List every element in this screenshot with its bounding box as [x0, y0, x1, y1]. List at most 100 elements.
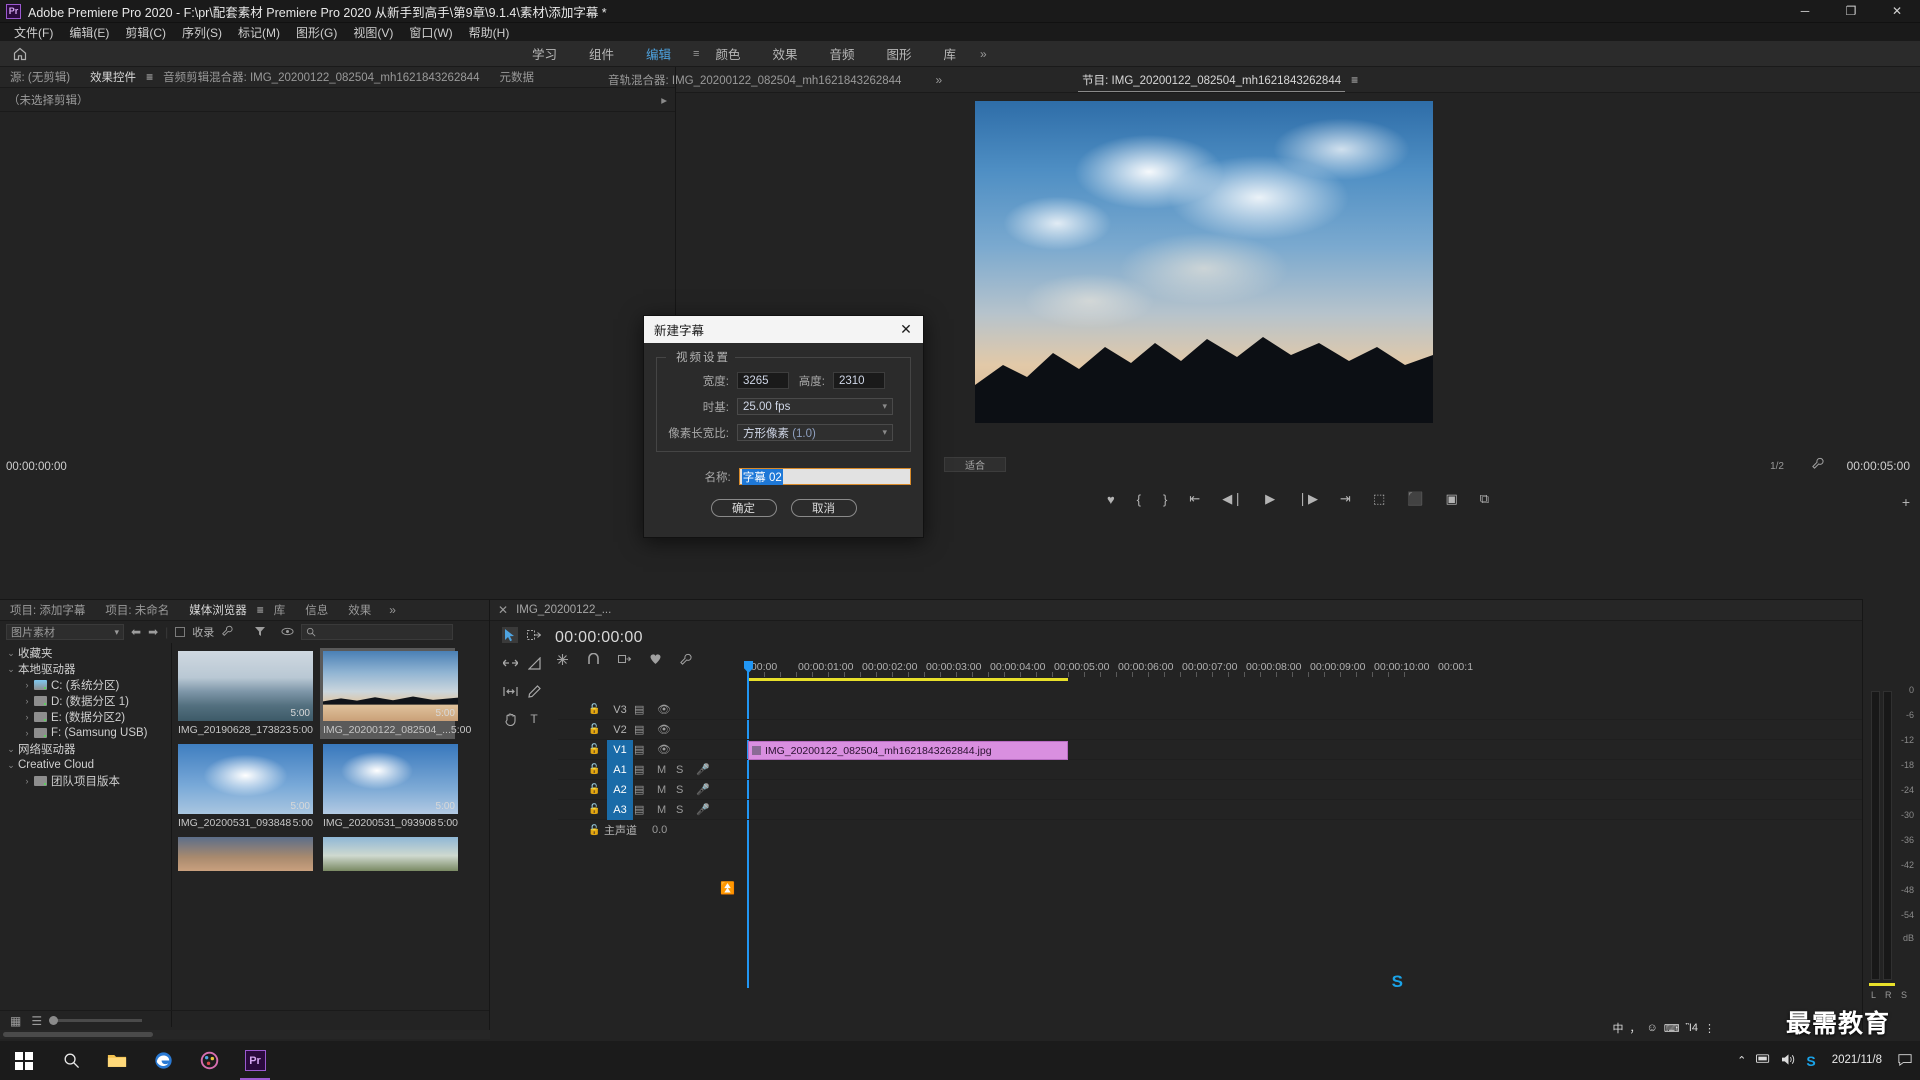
workspace-menu-icon[interactable]: ≡ [687, 48, 699, 60]
track-header-v1[interactable]: 🔓 V1 ▤ 👁 [558, 739, 748, 760]
marker-button[interactable]: ♥ [1107, 492, 1115, 507]
tree-item-drive-e[interactable]: › E: (数据分区2) [0, 709, 171, 725]
ripple-edit-tool[interactable] [502, 655, 518, 671]
lock-icon[interactable]: 🔓 [588, 724, 600, 735]
windows-start-icon[interactable] [0, 1041, 48, 1080]
track-header-v2[interactable]: 🔓 V2 ▤ 👁 [558, 720, 748, 740]
home-icon[interactable] [0, 47, 40, 61]
lane-a2[interactable] [748, 780, 1910, 800]
pixel-aspect-select[interactable]: 方形像素 (1.0) ▾ [737, 424, 893, 441]
menu-view[interactable]: 视图(V) [345, 23, 401, 42]
microphone-icon[interactable]: 🎤 [696, 763, 710, 776]
clock[interactable]: 2021/11/8 [1826, 1053, 1888, 1067]
tab-editing[interactable]: 编辑 [630, 40, 687, 67]
effect-controls-menu-icon[interactable]: ≡ [146, 70, 153, 84]
program-menu-icon[interactable]: ≡ [1351, 73, 1358, 87]
file-type-filter-select[interactable]: 图片素材 ▾ [6, 624, 124, 640]
close-icon[interactable]: ✕ [498, 603, 508, 617]
master-meter-icon[interactable]: ⏫ [720, 881, 735, 895]
media-thumbnail[interactable]: 5:00 IMG_20190628_173823 5:00 [178, 651, 313, 736]
eye-icon[interactable]: 👁 [657, 743, 671, 756]
track-output-icon[interactable]: ▤ [634, 783, 644, 796]
width-input[interactable]: 3265 [737, 372, 789, 389]
tab-effects-panel[interactable]: 效果 [338, 600, 381, 620]
cancel-button[interactable]: 取消 [790, 499, 857, 517]
solo-button[interactable]: S [676, 804, 683, 816]
back-icon[interactable]: ⬅ [131, 625, 141, 639]
lane-v1[interactable]: IMG_20200122_082504_mh1621843262844.jpg [748, 740, 1910, 760]
tab-source[interactable]: 源: (无剪辑) [0, 67, 80, 87]
maximize-button[interactable]: ❐ [1828, 0, 1874, 23]
nested-sequence-icon[interactable] [556, 653, 569, 669]
comparison-view-button[interactable]: ⧉ [1480, 491, 1489, 507]
lock-icon[interactable]: 🔓 [588, 704, 600, 715]
file-explorer-icon[interactable] [94, 1041, 140, 1080]
ime-mic-icon[interactable]: Ἲ4 [1686, 1022, 1698, 1034]
mute-button[interactable]: M [657, 764, 666, 776]
list-view-icon[interactable]: ☰ [31, 1014, 42, 1028]
expand-arrow-icon[interactable]: ▸ [661, 93, 667, 107]
media-thumbnail[interactable] [178, 837, 313, 871]
paint-icon[interactable] [186, 1041, 232, 1080]
track-header-a2[interactable]: 🔓 A2 ▤ M S 🎤 [558, 779, 748, 800]
edge-icon[interactable] [140, 1041, 186, 1080]
snap-icon[interactable] [587, 652, 600, 669]
pen-tool[interactable] [526, 683, 542, 699]
work-area-bar[interactable] [748, 678, 1068, 681]
grid-view-icon[interactable]: ▦ [10, 1014, 21, 1028]
program-video-frame[interactable] [975, 101, 1433, 423]
twisty-icon[interactable]: › [20, 728, 34, 738]
track-name[interactable]: A2 [607, 779, 633, 800]
lock-icon[interactable]: 🔓 [588, 784, 600, 795]
go-to-out-button[interactable]: ⇥ [1340, 491, 1351, 507]
tab-program-monitor[interactable]: 节目: IMG_20200122_082504_mh1621843262844 [1072, 70, 1351, 92]
tab-project-add-subtitle[interactable]: 项目: 添加字幕 [0, 600, 95, 620]
lock-icon[interactable]: 🔓 [588, 744, 600, 755]
filter-icon[interactable] [254, 625, 266, 640]
track-header-a3[interactable]: 🔓 A3 ▤ M S 🎤 [558, 799, 748, 820]
tree-item-favorites[interactable]: ⌄ 收藏夹 [0, 645, 171, 661]
slip-tool[interactable] [502, 683, 518, 699]
tree-item-local-drives[interactable]: ⌄ 本地驱动器 [0, 661, 171, 677]
play-button[interactable]: ▶ [1265, 491, 1275, 507]
menu-clip[interactable]: 剪辑(C) [117, 23, 174, 42]
lift-button[interactable]: ⬚ [1373, 491, 1385, 507]
lock-icon[interactable]: 🔓 [588, 804, 600, 815]
tab-info[interactable]: 信息 [295, 600, 338, 620]
twisty-icon[interactable]: ⌄ [4, 760, 18, 771]
step-forward-button[interactable]: ❘▶ [1297, 491, 1318, 507]
twisty-icon[interactable]: › [20, 776, 34, 786]
media-thumbnail[interactable] [323, 837, 458, 871]
track-header-v3[interactable]: 🔓 V3 ▤ 👁 [558, 700, 748, 720]
premiere-taskbar-icon[interactable]: Pr [232, 1041, 278, 1080]
microphone-icon[interactable]: 🎤 [696, 803, 710, 816]
timeline-playhead-timecode[interactable]: 00:00:00:00 [555, 629, 643, 647]
timeline-ruler[interactable]: :00:00 00:00:01:00 00:00:02:00 00:00:03:… [748, 661, 1910, 677]
menu-help[interactable]: 帮助(H) [461, 23, 518, 42]
lane-v2[interactable] [748, 720, 1910, 740]
thumbnail-zoom-slider[interactable] [49, 1016, 143, 1025]
menu-marker[interactable]: 标记(M) [230, 23, 288, 42]
tree-item-network-drives[interactable]: ⌄ 网络驱动器 [0, 741, 171, 757]
sequence-tab-label[interactable]: IMG_20200122_... [516, 604, 611, 616]
track-output-icon[interactable]: ▤ [634, 763, 644, 776]
sogou-tray-icon[interactable]: S [1806, 1053, 1815, 1069]
tab-assembly[interactable]: 组件 [573, 40, 630, 67]
tab-audio[interactable]: 音频 [814, 40, 871, 67]
ime-emoji-icon[interactable]: ☺ [1646, 1022, 1657, 1034]
tree-item-drive-c[interactable]: › C: (系统分区) [0, 677, 171, 693]
mixer-overflow-icon[interactable]: » [927, 73, 950, 87]
tree-item-drive-f[interactable]: › F: (Samsung USB) [0, 725, 171, 741]
tab-libraries[interactable]: 库 [264, 600, 296, 620]
timebase-select[interactable]: 25.00 fps ▾ [737, 398, 893, 415]
wrench-icon[interactable] [1811, 457, 1824, 473]
network-icon[interactable] [1756, 1053, 1771, 1068]
wrench-icon[interactable] [221, 625, 233, 640]
menu-graphics[interactable]: 图形(G) [288, 23, 345, 42]
lock-icon[interactable]: 🔓 [588, 764, 600, 775]
ime-punctuation-icon[interactable]: ， [1629, 1020, 1640, 1036]
track-name[interactable]: A1 [607, 759, 633, 780]
lock-icon[interactable]: 🔓 [588, 825, 600, 836]
minimize-button[interactable]: ─ [1782, 0, 1828, 23]
hand-tool[interactable] [502, 711, 518, 727]
